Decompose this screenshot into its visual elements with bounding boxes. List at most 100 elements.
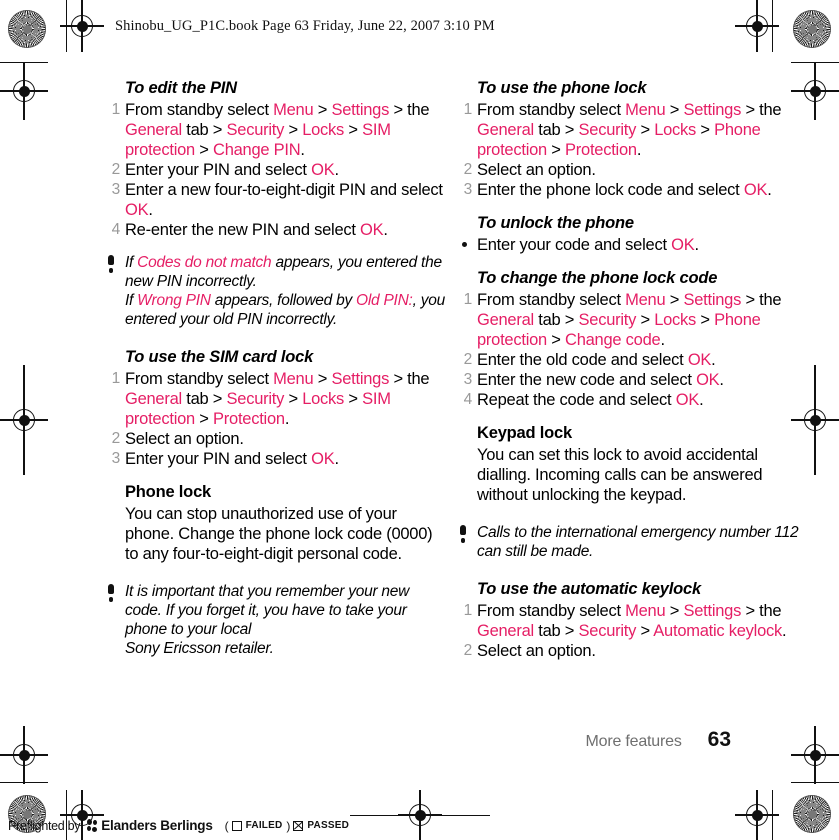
step-item: 2 Select an option. <box>108 429 448 449</box>
step-number: 1 <box>463 602 473 619</box>
heading-phone-lock: Phone lock <box>125 483 212 501</box>
registration-mark-top-left <box>60 0 104 52</box>
step-number: 1 <box>463 101 473 118</box>
bullet-item: Enter your code and select OK. <box>460 235 800 255</box>
text-run: Enter your code and select <box>477 236 672 254</box>
note-emergency-number: Calls to the international emergency num… <box>460 523 800 561</box>
preflight-open-paren: ( <box>224 818 229 833</box>
text-run: tab > <box>533 121 579 139</box>
text-run: Enter your PIN and select <box>125 450 312 468</box>
text-run: Enter a new four-to-eight-digit PIN and … <box>125 181 443 199</box>
text-run: appears, followed by <box>210 292 357 309</box>
star-target-top-left <box>8 10 46 48</box>
reg-dot <box>751 809 763 821</box>
ui-path-token: Locks <box>654 121 697 139</box>
note-remember-new-code: It is important that you remember your n… <box>108 582 448 658</box>
text-run: . <box>767 181 772 199</box>
step-item: 4 Repeat the code and select OK. <box>460 390 800 410</box>
ui-path-token: Menu <box>625 291 666 309</box>
text-run: From standby select <box>477 101 626 119</box>
step-item: 2 Select an option. <box>460 160 800 180</box>
heading-to-edit-the-pin: To edit the PIN <box>125 79 237 97</box>
ui-path-token: Menu <box>625 602 666 620</box>
step-number: 2 <box>111 161 121 178</box>
step-number: 1 <box>111 101 121 118</box>
step-number: 3 <box>111 450 121 467</box>
step-item: 2 Enter your PIN and select OK. <box>108 160 448 180</box>
ui-path-token: Wrong PIN <box>137 292 211 309</box>
preflight-close-paren: ) <box>286 818 291 833</box>
preflight-failed-label: FAILED <box>245 820 283 831</box>
text-run: From standby select <box>125 101 274 119</box>
ui-path-token: OK <box>671 236 695 254</box>
preflight-stamp: Preflighted by Elanders Berlings ( FAILE… <box>8 818 349 833</box>
text-run: tab > <box>533 622 579 640</box>
step-item: 1 From standby select Menu > Settings > t… <box>460 601 800 641</box>
heading-to-use-the-automatic-keylock: To use the automatic keylock <box>477 580 701 598</box>
text-run: . <box>699 391 704 409</box>
text-run: From standby select <box>477 291 626 309</box>
step-number: 4 <box>111 221 121 238</box>
ui-path-token: OK <box>311 161 335 179</box>
ui-path-token: OK <box>311 450 335 468</box>
step-number: 1 <box>111 370 121 387</box>
exclamation-icon <box>460 525 467 543</box>
heading-keypad-lock: Keypad lock <box>477 424 573 442</box>
steps-to-use-the-automatic-keylock: 1 From standby select Menu > Settings > t… <box>460 601 800 661</box>
text-run: > <box>344 390 363 408</box>
text-run: From standby select <box>125 370 274 388</box>
ui-path-token: Change code <box>565 331 661 349</box>
bullet-dot-icon <box>462 242 467 247</box>
step-item: 1 From standby select Menu > Settings > t… <box>460 100 800 160</box>
text-run: . <box>711 351 716 369</box>
step-number: 2 <box>463 161 473 178</box>
text-run: > <box>696 311 715 329</box>
ui-path-token: Codes do not match <box>137 254 272 271</box>
text-run: . <box>334 450 339 468</box>
step-item: 4 Re-enter the new PIN and select OK. <box>108 220 448 240</box>
failed-checkbox-icon <box>231 820 242 831</box>
step-number: 1 <box>463 291 473 308</box>
registration-mark-bottom-right <box>735 790 779 840</box>
text-run: Select an option. <box>477 642 596 660</box>
ui-path-token: General <box>477 622 534 640</box>
text-run: Sony Ericsson retailer. <box>125 640 274 657</box>
text-run: . <box>334 161 339 179</box>
ui-path-token: General <box>477 121 534 139</box>
page-footer: More features 63 <box>0 728 839 752</box>
passed-checkbox-icon <box>293 820 304 831</box>
ui-path-token: Change PIN <box>213 141 301 159</box>
bullets-to-unlock-the-phone: Enter your code and select OK. <box>460 235 800 255</box>
text-run: > the <box>741 602 782 620</box>
text-run: . <box>694 236 699 254</box>
body-phone-lock: You can stop unauthorized use of your ph… <box>125 505 433 563</box>
text-run: tab > <box>533 311 579 329</box>
text-run: Enter the old code and select <box>477 351 688 369</box>
text-run: . <box>719 371 724 389</box>
step-item: 3 Enter the new code and select OK. <box>460 370 800 390</box>
text-run: Enter the phone lock code and select <box>477 181 744 199</box>
text-run: > the <box>741 101 782 119</box>
exclamation-icon <box>108 584 115 602</box>
step-item: 1 From standby select Menu > Settings > t… <box>460 290 800 350</box>
text-run: > <box>696 121 715 139</box>
star-target-bottom-right <box>793 795 831 833</box>
text-run: > <box>344 121 363 139</box>
ui-path-token: Security <box>578 311 637 329</box>
preflight-company-name: Elanders Berlings <box>101 818 213 833</box>
step-number: 2 <box>463 642 473 659</box>
ui-path-token: General <box>125 121 182 139</box>
text-run: Select an option. <box>477 161 596 179</box>
text-run: > the <box>741 291 782 309</box>
text-run: > <box>636 121 655 139</box>
text-run: tab > <box>181 390 227 408</box>
text-run: > <box>636 622 654 640</box>
ui-path-token: Locks <box>302 121 345 139</box>
preflight-by-label: Preflighted by <box>8 818 81 833</box>
step-number: 3 <box>463 371 473 388</box>
text-run: From standby select <box>477 602 626 620</box>
heading-to-change-the-phone-lock-code: To change the phone lock code <box>477 269 718 287</box>
steps-to-use-the-sim-card-lock: 1 From standby select Menu > Settings > t… <box>108 369 448 469</box>
